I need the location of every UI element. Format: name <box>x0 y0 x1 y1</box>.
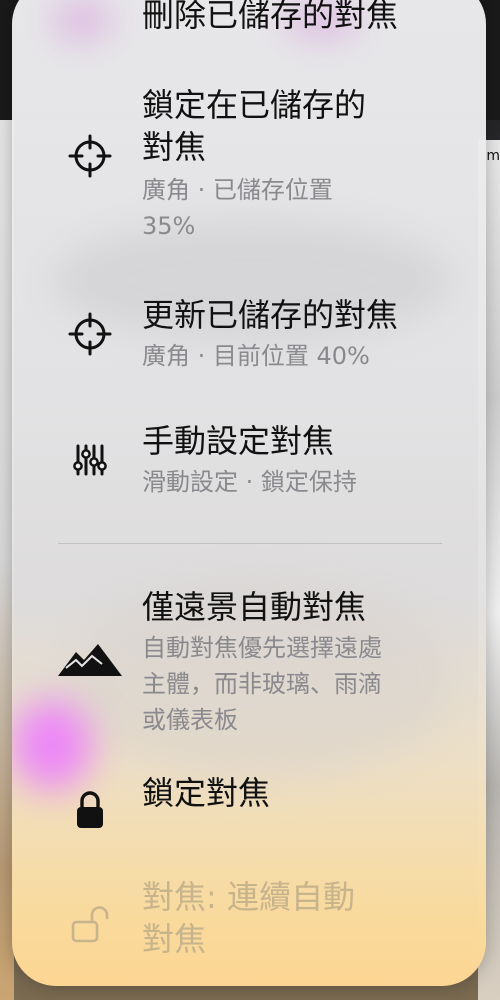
menu-item-update-saved-focus[interactable]: 更新已儲存的對焦 廣角 · 目前位置 40% <box>12 294 486 384</box>
menu-item-label: 更新已儲存的對焦 <box>142 296 399 334</box>
menu-item-manual-focus[interactable]: 手動設定對焦 滑動設定 · 鎖定保持 <box>12 420 486 510</box>
menu-item-detail: 自動對焦優先選擇遠處 主體，而非玻璃、雨滴 或儀表板 <box>142 634 382 734</box>
menu-item-delete-saved-focus[interactable]: 刪除已儲存的對焦 <box>12 0 486 40</box>
menu-item-detail: 滑動設定 · 鎖定保持 <box>142 468 357 496</box>
menu-item-label: 鎖定對焦 <box>142 774 271 812</box>
menu-item-label: 鎖定在已儲存的 對焦 <box>142 86 367 166</box>
menu-divider <box>58 543 442 544</box>
menu-item-label: 手動設定對焦 <box>142 422 335 460</box>
menu-item-label: 刪除已儲存的對焦 <box>142 0 399 34</box>
focus-options-menu: 刪除已儲存的對焦 鎖定在已儲存的 對焦 廣角 · 已儲存位置 35% 更新已儲存… <box>12 0 486 986</box>
mountains-icon <box>58 636 122 684</box>
sliders-icon <box>66 436 114 484</box>
menu-item-continuous-autofocus[interactable]: 對焦: 連續自動 對焦 <box>12 876 486 966</box>
lock-icon <box>66 786 114 834</box>
menu-item-label: 對焦: 連續自動 對焦 <box>142 878 355 958</box>
preview-edge-text: m <box>486 148 500 164</box>
unlock-icon <box>66 900 114 948</box>
menu-item-lock-focus[interactable]: 鎖定對焦 <box>12 774 486 836</box>
menu-item-lock-saved-focus[interactable]: 鎖定在已儲存的 對焦 廣角 · 已儲存位置 35% <box>12 84 486 244</box>
crosshair-icon <box>66 132 114 180</box>
menu-item-distant-autofocus[interactable]: 僅遠景自動對焦 自動對焦優先選擇遠處 主體，而非玻璃、雨滴 或儀表板 <box>12 586 486 736</box>
menu-item-label: 僅遠景自動對焦 <box>142 588 367 626</box>
crosshair-icon <box>66 310 114 358</box>
menu-item-detail: 廣角 · 目前位置 40% <box>142 342 370 370</box>
menu-item-detail: 廣角 · 已儲存位置 35% <box>142 176 333 240</box>
